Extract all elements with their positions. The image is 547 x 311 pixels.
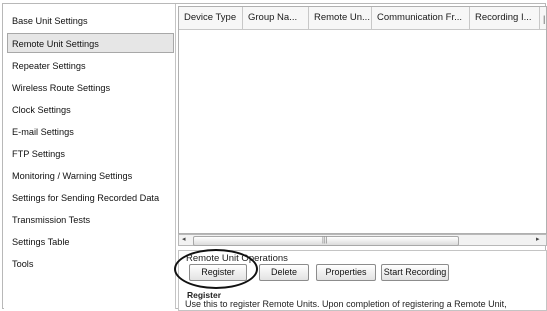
column-header-recording-interval[interactable]: Recording I... [470, 7, 540, 29]
settings-navigation: Base Unit Settings Remote Unit Settings … [4, 4, 176, 309]
nav-item-tools[interactable]: Tools [4, 254, 173, 274]
nav-item-base-unit-settings[interactable]: Base Unit Settings [4, 11, 173, 31]
nav-item-sending-recorded-data[interactable]: Settings for Sending Recorded Data [4, 188, 173, 208]
column-header-group-name[interactable]: Group Na... [243, 7, 309, 29]
properties-button[interactable]: Properties [316, 264, 376, 281]
delete-button[interactable]: Delete [259, 264, 309, 281]
scroll-right-arrow-icon[interactable]: ▸ [536, 236, 540, 244]
nav-item-transmission-tests[interactable]: Transmission Tests [4, 210, 173, 230]
nav-item-repeater-settings[interactable]: Repeater Settings [4, 56, 173, 76]
scroll-left-arrow-icon[interactable]: ◂ [182, 236, 186, 244]
nav-item-clock-settings[interactable]: Clock Settings [4, 100, 173, 120]
start-recording-button[interactable]: Start Recording [381, 264, 449, 281]
nav-item-monitoring-warning-settings[interactable]: Monitoring / Warning Settings [4, 166, 173, 186]
truncated-column-edge: | [543, 14, 546, 24]
column-header-communication-frequency[interactable]: Communication Fr... [372, 7, 470, 29]
grid-header: Device Type Group Na... Remote Un... Com… [179, 7, 546, 30]
scrollbar-thumb[interactable]: ||| [193, 236, 459, 246]
scrollbar-grip-icon: ||| [322, 237, 328, 244]
remote-unit-list[interactable]: Device Type Group Na... Remote Un... Com… [178, 6, 547, 234]
nav-item-settings-table[interactable]: Settings Table [4, 232, 173, 252]
register-button[interactable]: Register [189, 264, 247, 281]
column-header-device-type[interactable]: Device Type [179, 7, 243, 29]
nav-item-email-settings[interactable]: E-mail Settings [4, 122, 173, 142]
remote-unit-operations-group: Remote Unit Operations Register Delete P… [178, 250, 547, 311]
column-header-remote-unit[interactable]: Remote Un... [309, 7, 372, 29]
group-title: Remote Unit Operations [185, 253, 289, 264]
nav-item-wireless-route-settings[interactable]: Wireless Route Settings [4, 78, 173, 98]
description-text: Use this to register Remote Units. Upon … [185, 299, 507, 309]
nav-item-ftp-settings[interactable]: FTP Settings [4, 144, 173, 164]
horizontal-scrollbar[interactable]: ◂ ||| ▸ [178, 234, 547, 246]
nav-item-remote-unit-settings[interactable]: Remote Unit Settings [7, 33, 174, 53]
